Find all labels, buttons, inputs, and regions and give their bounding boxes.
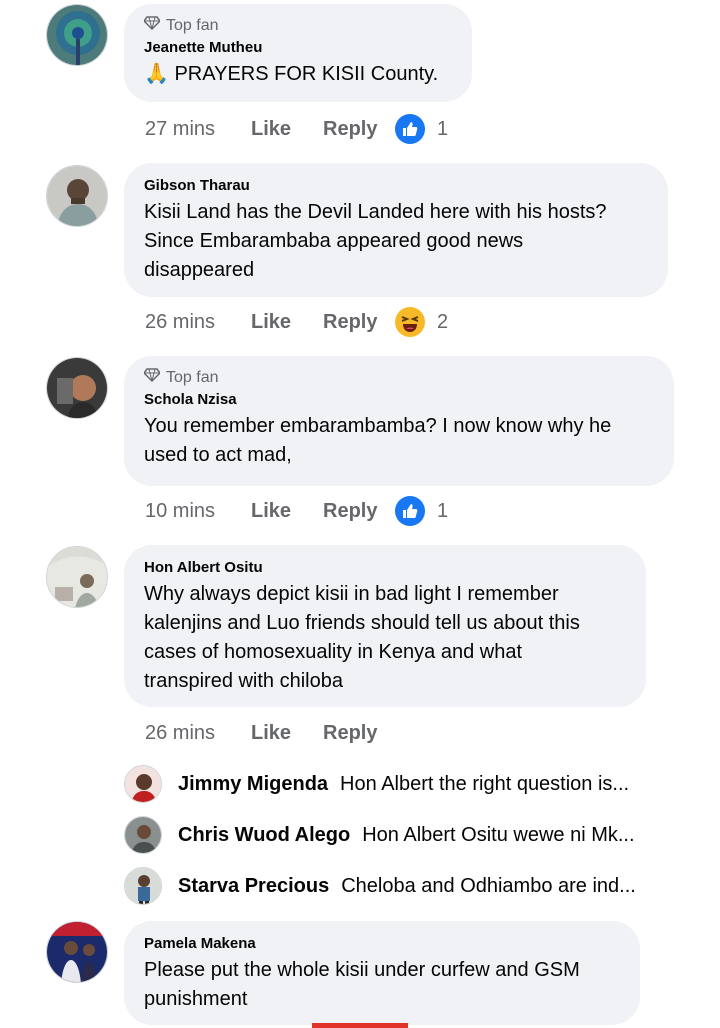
reaction-count: 1 — [437, 117, 449, 140]
commenter-name[interactable]: Gibson Tharau — [144, 177, 648, 194]
reply-preview-row[interactable]: Chris Wuod Alego Hon Albert Ositu wewe n… — [124, 815, 684, 855]
top-fan-badge: Top fan — [143, 16, 452, 35]
comment-text-line: transpired with chiloba — [144, 670, 343, 692]
avatar[interactable] — [46, 4, 108, 66]
comment-text-line: kalenjins and Luo friends should tell us… — [144, 612, 580, 634]
like-button[interactable]: Like — [251, 311, 323, 334]
reply-text: Cheloba and Odhiambo are ind... — [341, 874, 636, 897]
comment-text-line: punishment — [144, 988, 248, 1010]
comment-text-line: disappeared — [144, 259, 255, 281]
comment-text-line: Why always depict kisii in bad light I r… — [144, 583, 559, 605]
comment-actions: 10 mins Like Reply 1 — [145, 496, 448, 526]
comment-bubble: Pamela Makena Please put the whole kisii… — [124, 921, 640, 1025]
avatar[interactable] — [124, 816, 162, 854]
thumbs-up-icon[interactable] — [395, 496, 425, 526]
avatar[interactable] — [46, 546, 108, 608]
reply-author[interactable]: Chris Wuod Alego — [178, 824, 350, 847]
reaction-count: 2 — [437, 310, 449, 333]
like-button[interactable]: Like — [251, 500, 323, 523]
reply-button[interactable]: Reply — [323, 500, 395, 523]
reply-preview-row[interactable]: Starva Precious Cheloba and Odhiambo are… — [124, 866, 684, 906]
comment-text-line: Kisii Land has the Devil Landed here wit… — [144, 201, 607, 223]
commenter-name[interactable]: Schola Nzisa — [144, 391, 654, 408]
commenter-name[interactable]: Hon Albert Ositu — [144, 559, 626, 576]
timestamp[interactable]: 26 mins — [145, 311, 251, 334]
comment-actions: 26 mins Like Reply — [145, 718, 395, 748]
reply-author[interactable]: Starva Precious — [178, 875, 329, 898]
diamond-icon — [143, 16, 161, 35]
reply-button[interactable]: Reply — [323, 311, 395, 334]
like-button[interactable]: Like — [251, 118, 323, 141]
comment-bubble: Top fan Schola Nzisa You remember embara… — [124, 356, 674, 486]
comment-bubble: Gibson Tharau Kisii Land has the Devil L… — [124, 163, 668, 297]
reply-button[interactable]: Reply — [323, 118, 395, 141]
reply-text: Hon Albert Ositu wewe ni Mk... — [362, 823, 635, 846]
comment-text-line: used to act mad, — [144, 444, 292, 466]
comment-actions: 26 mins Like Reply 2 — [145, 307, 448, 337]
reply-preview-row[interactable]: Jimmy Migenda Hon Albert the right quest… — [124, 764, 684, 804]
comment-bubble: Hon Albert Ositu Why always depict kisii… — [124, 545, 646, 707]
avatar[interactable] — [46, 357, 108, 419]
avatar[interactable] — [124, 765, 162, 803]
comment-bubble: Top fan Jeanette Mutheu 🙏 PRAYERS FOR KI… — [124, 4, 472, 102]
comment-actions: 27 mins Like Reply 1 — [145, 114, 448, 144]
haha-emoji-icon[interactable] — [395, 307, 425, 337]
like-button[interactable]: Like — [251, 722, 323, 745]
scroll-indicator — [312, 1023, 408, 1028]
reply-author[interactable]: Jimmy Migenda — [178, 773, 328, 796]
timestamp[interactable]: 27 mins — [145, 118, 251, 141]
avatar[interactable] — [124, 867, 162, 905]
timestamp[interactable]: 10 mins — [145, 500, 251, 523]
avatar[interactable] — [46, 165, 108, 227]
commenter-name[interactable]: Jeanette Mutheu — [144, 39, 452, 56]
comment-text: 🙏 PRAYERS FOR KISII County. — [144, 63, 439, 85]
diamond-icon — [143, 368, 161, 387]
avatar[interactable] — [46, 921, 108, 983]
comment-text-line: Since Embarambaba appeared good news — [144, 230, 524, 252]
reply-button[interactable]: Reply — [323, 722, 395, 745]
comment-text-line: cases of homosexuality in Kenya and what — [144, 641, 522, 663]
comment-text-line: Please put the whole kisii under curfew … — [144, 959, 580, 981]
reaction-count: 1 — [437, 499, 449, 522]
top-fan-badge: Top fan — [143, 368, 654, 387]
thumbs-up-icon[interactable] — [395, 114, 425, 144]
comment-text-line: You remember embarambamba? I now know wh… — [144, 415, 612, 437]
reply-text: Hon Albert the right question is... — [340, 772, 630, 795]
commenter-name[interactable]: Pamela Makena — [144, 935, 620, 952]
timestamp[interactable]: 26 mins — [145, 722, 251, 745]
